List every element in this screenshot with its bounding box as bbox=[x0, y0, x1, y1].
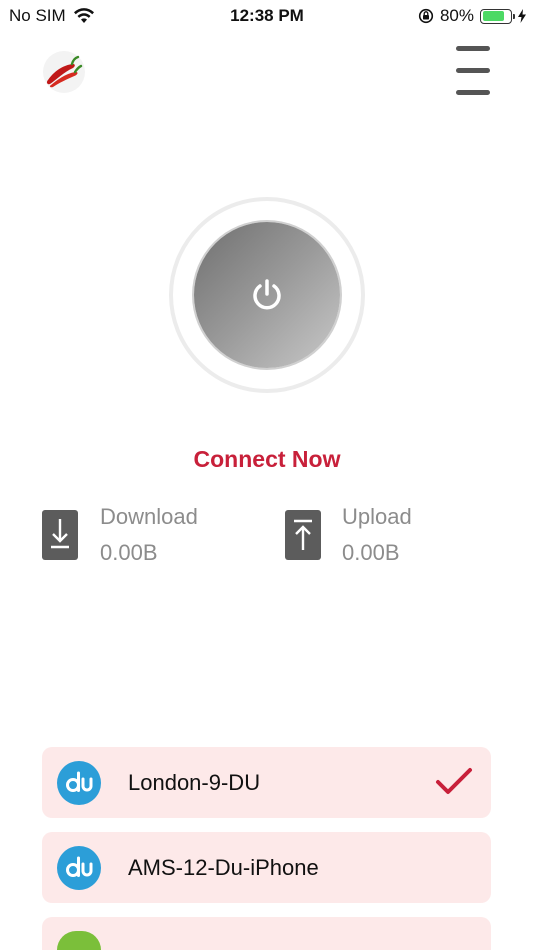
status-right: 80% bbox=[418, 6, 526, 26]
upload-icon bbox=[285, 510, 321, 560]
battery-percent: 80% bbox=[439, 6, 474, 25]
chili-pepper-logo bbox=[42, 50, 86, 94]
power-icon bbox=[253, 279, 281, 310]
download-value: 0.00B bbox=[100, 540, 158, 565]
server-name: London-9-DU bbox=[128, 770, 261, 795]
power-button[interactable] bbox=[194, 222, 340, 368]
server-item-partial[interactable] bbox=[42, 917, 491, 950]
server-item-london[interactable]: London-9-DU bbox=[42, 747, 491, 818]
du-logo-icon bbox=[57, 761, 101, 805]
connect-now-label[interactable]: Connect Now bbox=[0, 446, 534, 473]
server-logo-icon bbox=[57, 931, 101, 950]
checkmark-icon bbox=[436, 768, 472, 794]
status-bar: No SIM 12:38 PM 80% bbox=[0, 0, 534, 32]
server-name: AMS-12-Du-iPhone bbox=[128, 855, 319, 880]
battery-fill bbox=[482, 11, 505, 21]
hamburger-menu-icon[interactable] bbox=[454, 44, 492, 100]
orientation-lock-icon bbox=[418, 8, 434, 24]
du-logo-icon bbox=[57, 846, 101, 890]
upload-label: Upload bbox=[342, 504, 412, 529]
server-item-ams[interactable]: AMS-12-Du-iPhone bbox=[42, 832, 491, 903]
charging-icon bbox=[518, 9, 526, 23]
download-label: Download bbox=[100, 504, 198, 529]
battery-icon bbox=[480, 8, 515, 24]
upload-value: 0.00B bbox=[342, 540, 400, 565]
download-icon bbox=[42, 510, 78, 560]
